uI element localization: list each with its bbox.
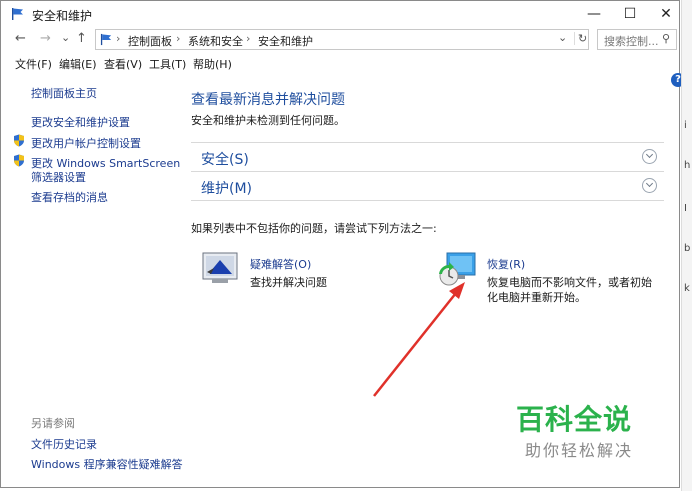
background-window-strip: i h I b k bbox=[681, 0, 692, 491]
watermark-title: 百科全说 bbox=[516, 403, 633, 436]
strip-glyph: I bbox=[684, 203, 687, 214]
watermark-subtitle: 助你轻松解决 bbox=[525, 441, 634, 460]
strip-glyph: b bbox=[684, 243, 691, 254]
strip-glyph: h bbox=[684, 160, 691, 171]
control-panel-window: 安全和维护 — ☐ ✕ ← → ⌄ ↑ › 控制面板 › 系统和安全 › 安全和… bbox=[0, 0, 680, 488]
strip-glyph: k bbox=[684, 283, 690, 294]
strip-glyph: i bbox=[684, 120, 687, 131]
